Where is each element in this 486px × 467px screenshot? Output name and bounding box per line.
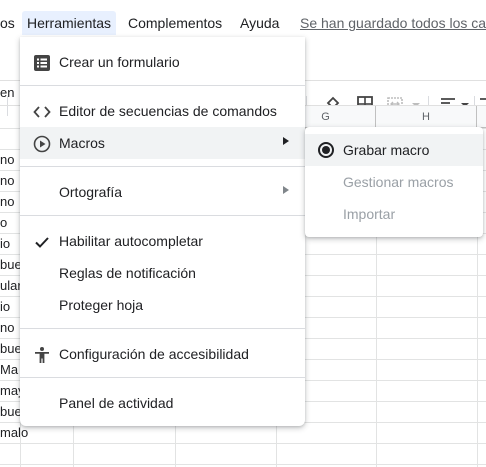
menu-item-label: Panel de actividad xyxy=(59,395,174,411)
accessibility-icon xyxy=(35,347,49,363)
submenu-item-grabar-macro[interactable]: Grabar macro xyxy=(305,134,483,166)
menu-item-editor-secuencias[interactable]: Editor de secuencias de comandos xyxy=(20,95,305,127)
menu-item-label: Proteger hoja xyxy=(59,297,144,313)
menu-item-label: Macros xyxy=(59,135,105,151)
cell-text[interactable]: no xyxy=(0,320,20,335)
cell-text[interactable]: bue xyxy=(0,404,20,419)
menu-archivo-partial[interactable]: os xyxy=(0,11,15,35)
play-circle-icon xyxy=(33,135,51,153)
menu-item-label: Habilitar autocompletar xyxy=(59,233,203,249)
cell-text[interactable]: io xyxy=(0,236,20,251)
submenu-item-label: Grabar macro xyxy=(343,142,430,158)
radio-record-icon xyxy=(318,142,334,158)
menu-item-proteger-hoja[interactable]: Proteger hoja xyxy=(20,289,305,321)
menu-item-label: Editor de secuencias de comandos xyxy=(59,103,277,119)
cell-text[interactable]: Ma xyxy=(0,362,20,377)
menu-item-label: Ortografía xyxy=(59,184,123,200)
menu-separator xyxy=(20,85,305,86)
menu-item-label: Reglas de notificación xyxy=(59,265,196,281)
formula-text: en xyxy=(0,85,15,100)
save-status-link[interactable]: Se han guardado todos los ca xyxy=(300,11,486,35)
menu-ayuda[interactable]: Ayuda xyxy=(240,11,279,35)
submenu-item-label: Importar xyxy=(343,206,396,222)
menu-item-panel-actividad[interactable]: Panel de actividad xyxy=(20,387,305,419)
menu-item-ortografia[interactable]: Ortografía xyxy=(20,176,305,208)
cell-text[interactable]: bue xyxy=(0,257,20,272)
menu-item-label: Configuración de accesibilidad xyxy=(59,346,249,362)
check-icon xyxy=(35,237,49,248)
cell-text[interactable]: no xyxy=(0,173,20,188)
menu-item-accesibilidad[interactable]: Configuración de accesibilidad xyxy=(20,338,305,370)
menu-complementos[interactable]: Complementos xyxy=(128,11,222,35)
submenu-arrow-icon xyxy=(283,137,289,145)
submenu-item-label: Gestionar macros xyxy=(343,174,454,190)
herramientas-dropdown: Crear un formulario Editor de secuencias… xyxy=(20,37,305,426)
menu-item-label: Crear un formulario xyxy=(59,54,180,70)
submenu-item-gestionar-macros[interactable]: Gestionar macros xyxy=(305,166,483,198)
form-icon xyxy=(34,55,50,71)
cell-text[interactable]: bue xyxy=(0,341,20,356)
column-header-h[interactable]: H xyxy=(376,106,477,128)
menu-separator xyxy=(20,215,305,216)
submenu-arrow-icon xyxy=(283,186,289,194)
menu-separator xyxy=(20,166,305,167)
menu-separator xyxy=(20,328,305,329)
cell-text[interactable]: ular xyxy=(0,278,20,293)
menu-herramientas[interactable]: Herramientas xyxy=(22,11,117,35)
cell-text[interactable]: no xyxy=(0,194,20,209)
menu-separator xyxy=(20,377,305,378)
column-header[interactable] xyxy=(477,106,486,128)
cell-text[interactable]: o xyxy=(0,215,20,230)
cell-text[interactable]: io xyxy=(0,299,20,314)
cell-text[interactable]: malo xyxy=(0,425,40,440)
menu-item-autocompletar[interactable]: Habilitar autocompletar xyxy=(20,225,305,257)
menu-bar: os Herramientas Complementos Ayuda Se ha… xyxy=(0,0,486,38)
menu-item-reglas-notificacion[interactable]: Reglas de notificación xyxy=(20,257,305,289)
menu-item-macros[interactable]: Macros xyxy=(20,127,305,159)
submenu-item-importar[interactable]: Importar xyxy=(305,198,483,230)
macros-submenu: Grabar macro Gestionar macros Importar xyxy=(305,127,483,237)
cell-text[interactable]: may xyxy=(0,383,20,398)
menu-item-crear-formulario[interactable]: Crear un formulario xyxy=(20,46,305,78)
code-icon xyxy=(33,106,51,118)
cell-text[interactable]: no xyxy=(0,152,20,167)
